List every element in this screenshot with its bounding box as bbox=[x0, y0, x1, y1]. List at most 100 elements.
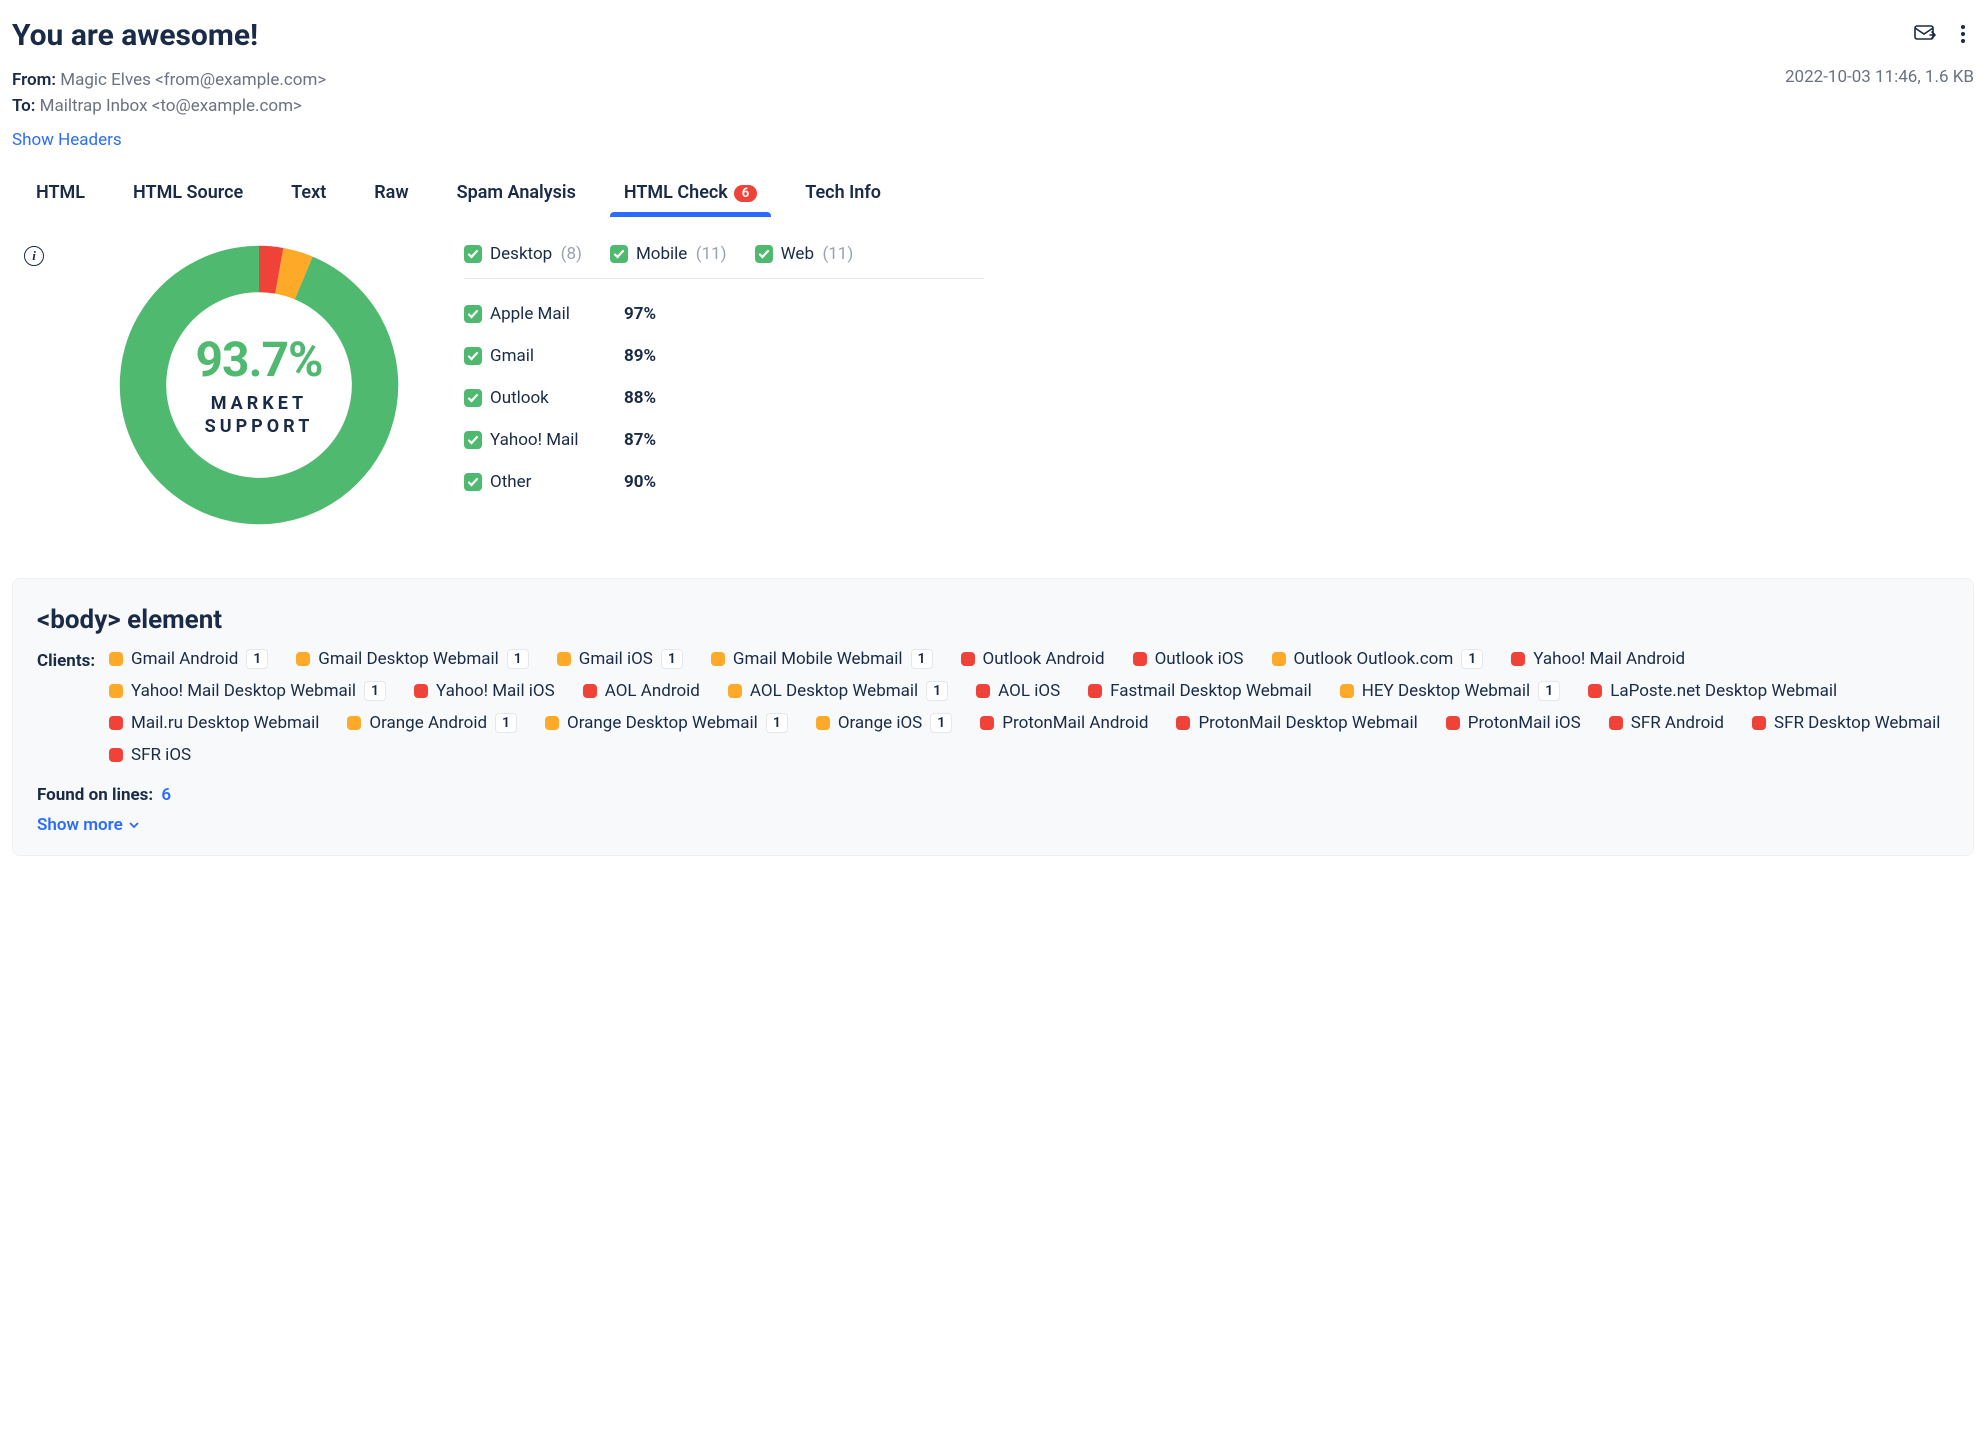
client-chip-name: Orange Android bbox=[369, 713, 487, 733]
platform-checkbox-desktop[interactable]: Desktop (8) bbox=[464, 244, 582, 264]
from-value: Magic Elves <from@example.com> bbox=[60, 70, 326, 90]
client-summary-row: Other90% bbox=[464, 461, 984, 503]
client-chip: SFR Desktop Webmail bbox=[1752, 713, 1940, 733]
checkbox-icon bbox=[464, 431, 482, 449]
found-on-lines-value[interactable]: 6 bbox=[161, 785, 171, 805]
client-chip: AOL Desktop Webmail1 bbox=[728, 681, 948, 701]
client-chip-count: 1 bbox=[930, 713, 952, 733]
client-chip-name: Gmail Android bbox=[131, 649, 238, 669]
client-chip: LaPoste.net Desktop Webmail bbox=[1588, 681, 1837, 701]
client-chip-name: SFR iOS bbox=[131, 745, 191, 765]
client-chip: Yahoo! Mail iOS bbox=[414, 681, 555, 701]
severity-dot bbox=[1752, 716, 1766, 730]
client-chip-count: 1 bbox=[766, 713, 788, 733]
donut-percentage: 93.7% bbox=[195, 331, 322, 388]
client-chip-count: 1 bbox=[364, 681, 386, 701]
client-chip-name: Mail.ru Desktop Webmail bbox=[131, 713, 319, 733]
client-chip: Outlook Outlook.com 1 bbox=[1272, 649, 1484, 669]
tabs: HTML HTML Source Text Raw Spam Analysis HTML … bbox=[12, 176, 1974, 218]
client-chip-name: ProtonMail iOS bbox=[1468, 713, 1581, 733]
client-chip-name: AOL iOS bbox=[998, 681, 1060, 701]
severity-dot bbox=[961, 652, 975, 666]
platform-checkbox-mobile[interactable]: Mobile (11) bbox=[610, 244, 727, 264]
client-checkbox[interactable]: Gmail bbox=[464, 346, 624, 366]
client-chip-name: Fastmail Desktop Webmail bbox=[1110, 681, 1312, 701]
client-chip-name: Orange iOS bbox=[838, 713, 922, 733]
client-chip: Outlook iOS bbox=[1133, 649, 1244, 669]
severity-dot bbox=[728, 684, 742, 698]
severity-dot bbox=[1176, 716, 1190, 730]
client-checkbox[interactable]: Other bbox=[464, 472, 624, 492]
platform-checkbox-web[interactable]: Web (11) bbox=[755, 244, 854, 264]
severity-dot bbox=[109, 748, 123, 762]
show-headers-link[interactable]: Show Headers bbox=[12, 130, 122, 150]
client-chip-name: ProtonMail Android bbox=[1002, 713, 1148, 733]
severity-dot bbox=[109, 652, 123, 666]
severity-dot bbox=[296, 652, 310, 666]
severity-dot bbox=[545, 716, 559, 730]
checkbox-icon bbox=[755, 245, 773, 263]
client-checkbox[interactable]: Yahoo! Mail bbox=[464, 430, 624, 450]
client-chip-name: Yahoo! Mail Desktop Webmail bbox=[131, 681, 356, 701]
client-chip: Yahoo! Mail Android bbox=[1511, 649, 1685, 669]
client-checkbox[interactable]: Apple Mail bbox=[464, 304, 624, 324]
client-percentage: 89% bbox=[624, 346, 656, 366]
severity-dot bbox=[816, 716, 830, 730]
timestamp: 2022-10-03 11:46, 1.6 KB bbox=[1785, 67, 1974, 87]
client-chip-count: 1 bbox=[1538, 681, 1560, 701]
tab-tech-info[interactable]: Tech Info bbox=[805, 176, 881, 217]
client-summary-list: Apple Mail97%Gmail89%Outlook88%Yahoo! Ma… bbox=[464, 293, 984, 503]
checkbox-icon bbox=[464, 347, 482, 365]
tab-spam-analysis[interactable]: Spam Analysis bbox=[457, 176, 576, 217]
tab-html-source[interactable]: HTML Source bbox=[133, 176, 243, 217]
platform-filters: Desktop (8) Mobile (11) Web (11) bbox=[464, 240, 984, 279]
client-chip-count: 1 bbox=[911, 649, 933, 669]
client-chip: Gmail Mobile Webmail1 bbox=[711, 649, 933, 669]
client-chip-name: Outlook iOS bbox=[1155, 649, 1244, 669]
client-chip: ProtonMail Desktop Webmail bbox=[1176, 713, 1417, 733]
client-percentage: 90% bbox=[624, 472, 656, 492]
tab-html-check[interactable]: HTML Check6 bbox=[624, 176, 757, 217]
client-chip-count: 1 bbox=[246, 649, 268, 669]
client-chip: Orange Android1 bbox=[347, 713, 517, 733]
severity-dot bbox=[1133, 652, 1147, 666]
client-percentage: 97% bbox=[624, 304, 656, 324]
info-icon[interactable]: i bbox=[24, 246, 44, 266]
severity-dot bbox=[1340, 684, 1354, 698]
page-title: You are awesome! bbox=[12, 18, 258, 53]
client-chip-name: Gmail Desktop Webmail bbox=[318, 649, 498, 669]
client-chip: SFR iOS bbox=[109, 745, 191, 765]
client-summary-row: Gmail89% bbox=[464, 335, 984, 377]
client-chip-name: Orange Desktop Webmail bbox=[567, 713, 758, 733]
severity-dot bbox=[976, 684, 990, 698]
severity-dot bbox=[583, 684, 597, 698]
client-chip: Orange iOS 1 bbox=[816, 713, 952, 733]
client-chip: Yahoo! Mail Desktop Webmail 1 bbox=[109, 681, 386, 701]
client-chip-name: Gmail iOS bbox=[579, 649, 653, 669]
client-chip-name: Outlook Outlook.com bbox=[1294, 649, 1454, 669]
client-summary-row: Apple Mail97% bbox=[464, 293, 984, 335]
client-checkbox[interactable]: Outlook bbox=[464, 388, 624, 408]
client-chip: Outlook Android bbox=[961, 649, 1105, 669]
client-chip-name: LaPoste.net Desktop Webmail bbox=[1610, 681, 1837, 701]
tab-text[interactable]: Text bbox=[291, 176, 326, 217]
client-chip-name: Yahoo! Mail iOS bbox=[436, 681, 555, 701]
checkbox-icon bbox=[464, 389, 482, 407]
client-chip-count: 1 bbox=[507, 649, 529, 669]
more-menu-icon[interactable] bbox=[1960, 24, 1966, 48]
severity-dot bbox=[980, 716, 994, 730]
severity-dot bbox=[1446, 716, 1460, 730]
tab-html[interactable]: HTML bbox=[36, 176, 85, 217]
client-chip: AOL Android bbox=[583, 681, 700, 701]
client-chip-name: HEY Desktop Webmail bbox=[1362, 681, 1530, 701]
client-chip-name: ProtonMail Desktop Webmail bbox=[1198, 713, 1417, 733]
checkbox-icon bbox=[464, 245, 482, 263]
client-chip: SFR Android bbox=[1609, 713, 1724, 733]
show-more-link[interactable]: Show more bbox=[37, 815, 1949, 835]
client-chip-count: 1 bbox=[926, 681, 948, 701]
client-chip: AOL iOS bbox=[976, 681, 1060, 701]
client-summary-row: Yahoo! Mail87% bbox=[464, 419, 984, 461]
tab-raw[interactable]: Raw bbox=[374, 176, 408, 217]
client-chip-count: 1 bbox=[1461, 649, 1483, 669]
forward-icon[interactable] bbox=[1914, 25, 1938, 47]
